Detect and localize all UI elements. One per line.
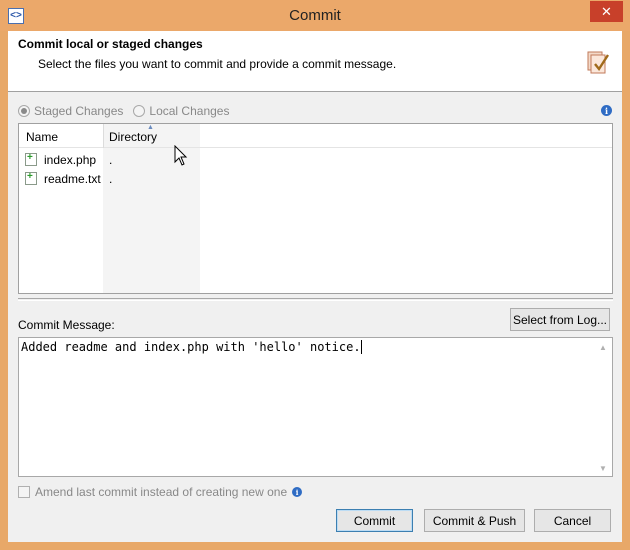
file-name: readme.txt — [44, 172, 101, 186]
header-subtitle: Select the files you want to commit and … — [38, 57, 397, 71]
amend-label: Amend last commit instead of creating ne… — [35, 485, 288, 499]
file-directory: . — [109, 172, 113, 186]
column-header-directory[interactable]: Directory — [109, 130, 157, 144]
commit-and-push-button[interactable]: Commit & Push — [424, 509, 525, 532]
pane-splitter[interactable] — [18, 298, 613, 301]
table-row[interactable]: index.php . — [19, 150, 612, 169]
select-from-log-button[interactable]: Select from Log... — [510, 308, 610, 331]
table-row[interactable]: readme.txt . — [19, 169, 612, 188]
radio-local-changes[interactable] — [133, 105, 146, 117]
change-mode-group: Staged Changes Local Changes — [18, 104, 239, 118]
radio-staged-changes[interactable] — [18, 105, 30, 117]
dialog-content: Commit local or staged changes Select th… — [8, 31, 622, 542]
scroll-up-icon[interactable]: ▲ — [598, 343, 608, 352]
file-directory: . — [109, 153, 113, 167]
radio-label-staged: Staged Changes — [34, 104, 124, 118]
added-file-icon — [25, 152, 37, 166]
amend-option: Amend last commit instead of creating ne… — [18, 485, 303, 499]
commit-message-label: Commit Message: — [18, 318, 115, 332]
commit-message-input[interactable]: Added readme and index.php with 'hello' … — [18, 337, 613, 477]
amend-checkbox[interactable] — [18, 486, 30, 498]
scroll-down-icon[interactable]: ▼ — [598, 464, 608, 473]
header-title: Commit local or staged changes — [18, 37, 203, 51]
file-table[interactable]: Name ▲ Directory index.php . readme.txt … — [18, 123, 613, 294]
commit-checkmark-icon — [587, 51, 610, 74]
commit-dialog: <> Commit ✕ Commit local or staged chang… — [0, 0, 630, 550]
added-file-icon — [25, 171, 37, 185]
file-name: index.php — [44, 153, 97, 167]
column-divider[interactable] — [103, 124, 104, 148]
title-bar[interactable]: <> Commit ✕ — [0, 0, 630, 31]
amend-info-icon[interactable]: i — [292, 487, 303, 497]
column-header-name[interactable]: Name — [26, 130, 58, 144]
commit-message-text: Added readme and index.php with 'hello' … — [21, 340, 362, 354]
window-title: Commit — [289, 7, 341, 24]
mouse-pointer-icon — [174, 145, 188, 166]
cancel-button[interactable]: Cancel — [534, 509, 611, 532]
info-icon[interactable]: i — [601, 105, 612, 116]
dialog-header: Commit local or staged changes Select th… — [8, 31, 622, 92]
close-button[interactable]: ✕ — [590, 1, 623, 22]
table-header: Name ▲ Directory — [19, 124, 612, 148]
commit-button[interactable]: Commit — [336, 509, 413, 532]
radio-label-local: Local Changes — [149, 104, 230, 118]
